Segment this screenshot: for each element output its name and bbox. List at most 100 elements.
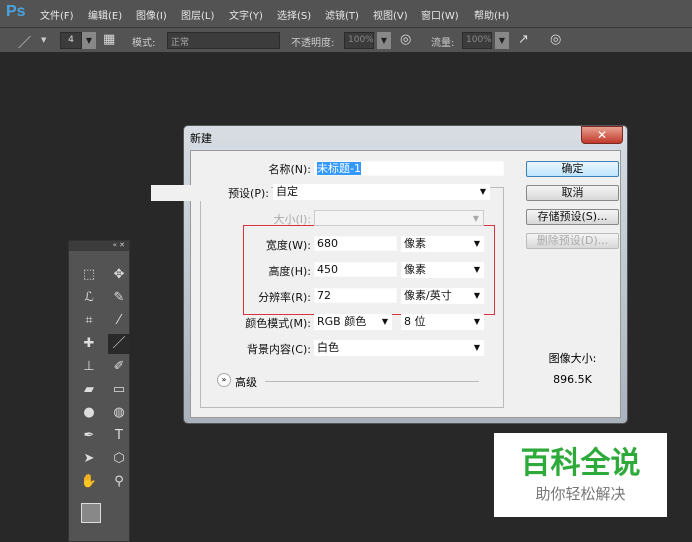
chevron-down-icon: ▼	[381, 317, 388, 326]
width-unit-select[interactable]: 像素 ▼	[401, 236, 484, 252]
dialog-body: 名称(N): 未标题-1 预设(P): 自定 ▼ 大小(I): ▼ 宽度(W): …	[151, 150, 621, 418]
menu-item[interactable]: 选择(S)	[277, 7, 311, 22]
chevron-down-icon: ▼	[473, 265, 480, 274]
flow-field[interactable]: 100%	[462, 32, 492, 49]
menu-item[interactable]: 视图(V)	[373, 7, 408, 22]
color-mode-select[interactable]: RGB 颜色 ▼	[314, 314, 392, 330]
name-label: 名称(N):	[268, 163, 311, 176]
zoom-tool-icon[interactable]: ⚲	[108, 472, 130, 492]
resolution-unit: 像素/英寸	[404, 289, 452, 302]
advanced-label: 高级	[235, 376, 257, 389]
watermark-title: 百科全说	[520, 446, 641, 481]
width-label: 宽度(W):	[265, 239, 311, 252]
name-input[interactable]: 未标题-1	[314, 161, 504, 176]
lasso-tool-icon[interactable]: ℒ	[78, 288, 100, 308]
chevron-down-icon: ▼	[473, 239, 480, 248]
cancel-button[interactable]: 取消	[526, 185, 619, 201]
background-label: 背景内容(C):	[247, 343, 311, 356]
foreground-color-swatch[interactable]	[81, 503, 101, 523]
options-bar: ／ ▼ 4 ▼ ▦ 模式: 正常 不透明度: 100% ▼ ◎ 流量: 100%…	[0, 27, 692, 53]
image-size-value: 896.5K	[553, 373, 592, 386]
dodge-tool-icon[interactable]: ◍	[108, 403, 130, 423]
menu-item[interactable]: 窗口(W)	[421, 7, 459, 22]
delete-preset-button: 删除预设(D)...	[526, 233, 619, 249]
quick-select-tool-icon[interactable]: ✎	[108, 288, 130, 308]
height-input[interactable]: 450	[314, 262, 397, 277]
dialog-title: 新建	[190, 132, 212, 145]
resolution-input[interactable]: 72	[314, 288, 397, 303]
move-tool-icon[interactable]: ✥	[108, 265, 130, 285]
brush-tool-icon[interactable]: ／	[108, 334, 130, 354]
close-button[interactable]: ✕	[581, 126, 623, 144]
pressure-opacity-icon[interactable]: ◎	[400, 32, 411, 47]
eyedropper-tool-icon[interactable]: ⁄	[108, 311, 130, 331]
brush-panel-icon[interactable]: ▦	[103, 32, 115, 47]
expand-advanced-icon[interactable]: »	[217, 373, 231, 387]
chevron-down-icon: ▼	[473, 291, 480, 300]
resolution-label: 分辨率(R):	[258, 291, 311, 304]
name-value: 未标题-1	[317, 162, 361, 175]
preset-label: 预设(P):	[151, 185, 271, 201]
eraser-tool-icon[interactable]: ▰	[78, 380, 100, 400]
pen-tool-icon[interactable]: ✒	[78, 426, 100, 446]
gradient-tool-icon[interactable]: ▭	[108, 380, 130, 400]
opacity-field[interactable]: 100%	[344, 32, 374, 49]
flow-dropdown[interactable]: ▼	[495, 32, 509, 49]
marquee-tool-icon[interactable]: ⬚	[78, 265, 100, 285]
mode-value: 正常	[171, 38, 190, 48]
history-brush-icon[interactable]: ✐	[108, 357, 130, 377]
menu-item[interactable]: 图层(L)	[181, 7, 214, 22]
opacity-dropdown[interactable]: ▼	[377, 32, 391, 49]
preset-select[interactable]: 自定 ▼	[273, 184, 490, 200]
image-size-label: 图像大小:	[548, 352, 597, 365]
tools-panel: « ✕ ⬚ ✥ ℒ ✎ ⌗ ⁄ ✚ ／ ⊥ ✐ ▰ ▭ ● ◍ ✒ T ➤ ⬡ ✋ ⚲	[68, 240, 130, 542]
watermark: 百科全说 助你轻松解决	[494, 433, 667, 517]
save-preset-button[interactable]: 存储预设(S)...	[526, 209, 619, 225]
height-label: 高度(H):	[268, 265, 311, 278]
opacity-label: 不透明度:	[291, 38, 335, 49]
airbrush-icon[interactable]: ↗	[518, 32, 529, 47]
ok-button[interactable]: 确定	[526, 161, 619, 177]
chevron-down-icon[interactable]: ▼	[41, 36, 46, 44]
mode-label: 模式:	[132, 38, 156, 49]
color-mode-label: 颜色模式(M):	[245, 317, 311, 330]
chevron-down-icon: ▼	[473, 317, 480, 326]
shape-tool-icon[interactable]: ⬡	[108, 449, 130, 469]
resolution-unit-select[interactable]: 像素/英寸 ▼	[401, 288, 484, 304]
mode-select[interactable]: 正常	[167, 32, 280, 49]
menu-item[interactable]: 滤镜(T)	[325, 7, 359, 22]
crop-tool-icon[interactable]: ⌗	[78, 311, 100, 331]
height-unit: 像素	[404, 263, 426, 276]
chevron-down-icon: ▼	[472, 214, 479, 223]
brush-size-field[interactable]: 4	[60, 32, 82, 49]
menu-bar: Ps 文件(F) 编辑(E) 图像(I) 图层(L) 文字(Y) 选择(S) 滤镜(T) 视图…	[0, 0, 692, 27]
blur-tool-icon[interactable]: ●	[78, 403, 100, 423]
photoshop-logo: Ps	[6, 3, 26, 20]
background-select[interactable]: 白色 ▼	[314, 340, 484, 356]
path-select-tool-icon[interactable]: ➤	[78, 449, 100, 469]
brush-preset-button[interactable]: ▼	[82, 32, 96, 49]
divider	[265, 381, 479, 382]
menu-item[interactable]: 编辑(E)	[88, 7, 122, 22]
watermark-subtitle: 助你轻松解决	[535, 485, 626, 503]
bit-depth-select[interactable]: 8 位 ▼	[401, 314, 484, 330]
height-unit-select[interactable]: 像素 ▼	[401, 262, 484, 278]
brush-icon[interactable]: ／	[18, 32, 31, 51]
size-select: ▼	[314, 210, 484, 226]
menu-item[interactable]: 图像(I)	[136, 7, 167, 22]
size-label: 大小(I):	[273, 213, 311, 226]
menu-item[interactable]: 文字(Y)	[229, 7, 263, 22]
healing-tool-icon[interactable]: ✚	[78, 334, 100, 354]
menu-item[interactable]: 文件(F)	[40, 7, 74, 22]
pressure-size-icon[interactable]: ◎	[550, 32, 561, 47]
background-value: 白色	[317, 341, 339, 354]
type-tool-icon[interactable]: T	[108, 426, 130, 446]
flow-label: 流量:	[431, 38, 455, 49]
menu-item[interactable]: 帮助(H)	[474, 7, 509, 22]
width-input[interactable]: 680	[314, 236, 397, 251]
stamp-tool-icon[interactable]: ⊥	[78, 357, 100, 377]
width-unit: 像素	[404, 237, 426, 250]
panel-header[interactable]: « ✕	[69, 241, 129, 251]
hand-tool-icon[interactable]: ✋	[78, 472, 100, 492]
preset-value: 自定	[276, 185, 298, 198]
